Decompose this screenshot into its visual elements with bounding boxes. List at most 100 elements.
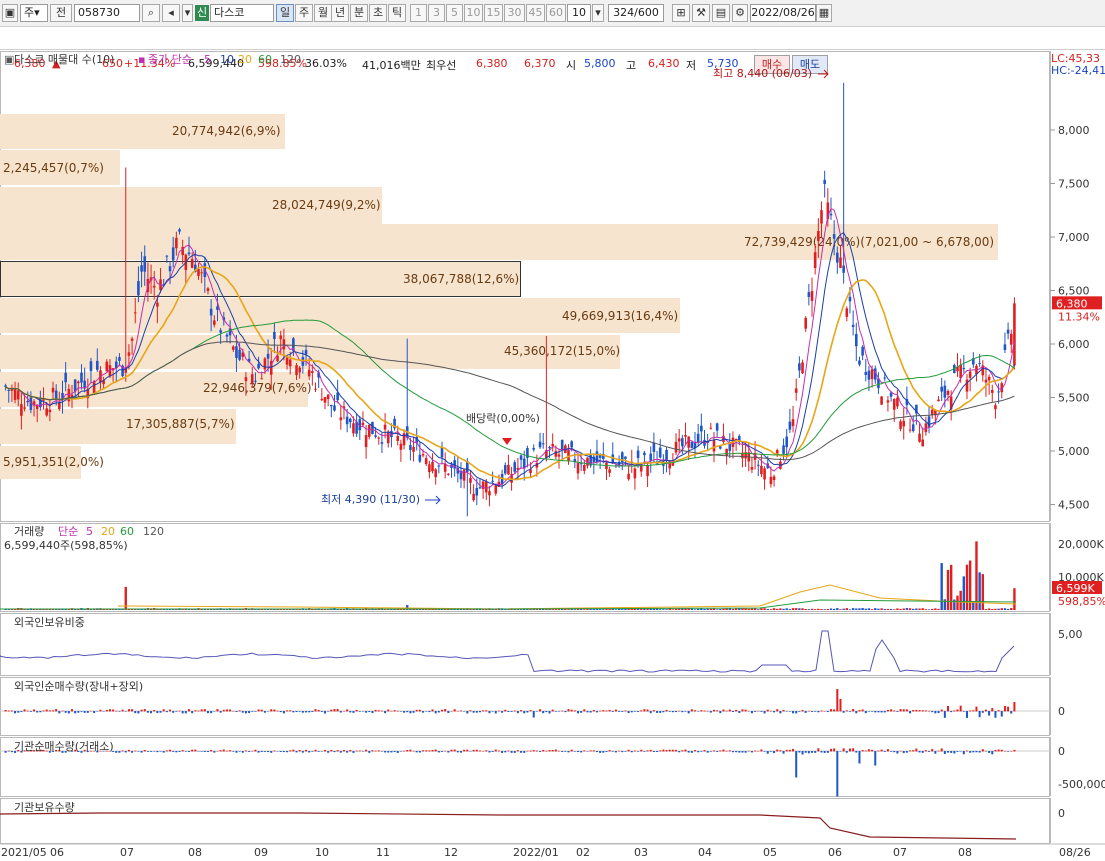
inst-net-bar: [488, 751, 491, 753]
inst-net-bar: [238, 751, 241, 752]
foreign-net-bar: [89, 710, 92, 712]
inst-net-bar: [203, 751, 206, 753]
inst-net-title: 기관순매수량(거래소): [14, 740, 114, 753]
inst-net-bar: [744, 751, 747, 753]
candle: [715, 423, 719, 431]
foreign-net-bar: [298, 711, 301, 712]
inst-net-bar: [668, 749, 671, 752]
inst-net-bar: [453, 749, 456, 752]
stock-chart[interactable]: 20,774,942(6,9%) 2,245,457(0,7%) 28,024,74…: [0, 0, 1105, 861]
foreign-net-bar: [861, 709, 864, 712]
candle: [437, 465, 441, 467]
inst-net-bar: [403, 750, 406, 752]
foreign-net-bar: [105, 709, 108, 712]
current-pct-tag: 11.34%: [1058, 310, 1100, 323]
foreign-net-bar: [305, 711, 308, 713]
candle: [168, 266, 172, 272]
candle: [513, 462, 517, 472]
inst-net-bar: [216, 750, 219, 752]
foreign-net-bar: [747, 710, 750, 712]
foreign-net-bar: [406, 711, 409, 713]
inst-net-bar: [279, 751, 282, 752]
foreign-net-bar: [576, 711, 579, 714]
volume-bar: [1006, 608, 1010, 610]
foreign-net-bar: [330, 709, 333, 712]
candle: [1013, 303, 1016, 366]
dividend-annotation: 배당락(0,00%): [466, 412, 540, 425]
volume-bar: [823, 609, 826, 610]
candle: [288, 359, 292, 367]
foreign-net-bar: [251, 711, 254, 712]
foreign-net-bar: [308, 711, 311, 713]
foreign-net-bar: [33, 709, 36, 712]
inst-net-bar: [305, 749, 308, 752]
inst-net-bar: [308, 751, 311, 753]
inst-net-bar: [342, 750, 345, 752]
inst-net-bar: [937, 750, 940, 752]
candle: [235, 346, 238, 358]
dividend-marker-icon: [502, 438, 512, 445]
foreign-net-bar: [365, 711, 368, 713]
inst-net-bar: [627, 749, 630, 752]
candle: [750, 467, 754, 470]
candle: [908, 429, 912, 431]
volume-bar: [912, 608, 915, 610]
foreign-net-bar: [763, 711, 766, 714]
foreign-net-bar: [526, 711, 529, 713]
volume-bar: [551, 609, 554, 610]
candle: [854, 334, 858, 347]
foreign-net-bar: [83, 711, 86, 713]
foreign-net-bar: [377, 710, 380, 712]
foreign-net-bar: [997, 710, 1000, 712]
candle: [943, 385, 947, 398]
volume-bar: [959, 590, 962, 610]
candle: [772, 476, 776, 481]
inst-net-bar: [928, 751, 931, 752]
foreign-net-bar: [624, 710, 627, 712]
inst-net-bar: [630, 751, 633, 753]
inst-net-bar: [554, 749, 557, 752]
foreign-net-bar: [801, 710, 804, 712]
foreign-net-bar: [665, 709, 668, 712]
inst-net-bar: [339, 751, 342, 753]
candle: [652, 442, 656, 452]
low-annotation: 최저 4,390 (11/30): [321, 493, 420, 506]
volume-bar: [807, 609, 811, 610]
volume-bar: [744, 608, 747, 610]
foreign-net-bar: [782, 709, 785, 712]
inst-net-bar: [513, 751, 516, 753]
candle: [674, 441, 678, 453]
inst-net-bar: [855, 751, 858, 753]
inst-net-bar: [589, 750, 592, 752]
candle: [911, 424, 915, 432]
foreign-net-bar: [798, 711, 801, 712]
inst-net-bar: [712, 750, 715, 752]
foreign-net-bar: [943, 711, 946, 718]
inst-net-bar: [336, 750, 339, 752]
volume-ma60-line: [0, 599, 1017, 610]
inst-net-bar: [282, 751, 285, 753]
foreign-net-bar: [153, 710, 156, 712]
candle: [140, 265, 143, 272]
candle: [886, 400, 890, 403]
foreign-net-bar: [826, 711, 829, 713]
foreign-net-bar: [608, 709, 611, 712]
foreign-title: 외국인보유비중: [14, 616, 85, 629]
foreign-net-bar: [520, 710, 523, 712]
candle: [984, 379, 988, 383]
foreign-net-bar: [80, 711, 83, 712]
candle: [314, 388, 317, 390]
foreign-net-bar: [48, 710, 51, 712]
foreign-net-bar: [469, 710, 472, 712]
candle: [769, 476, 773, 485]
inst-net-bar: [931, 749, 934, 752]
x-tick-10: 03: [634, 846, 648, 859]
inst-net-bar: [981, 749, 984, 752]
foreign-net-bar: [529, 710, 532, 712]
foreign-net-bar: [336, 709, 339, 712]
inst-net-bar: [728, 750, 731, 752]
foreign-net-tick: 0: [1058, 705, 1065, 718]
inst-net-bar: [225, 750, 228, 752]
candle: [374, 435, 377, 437]
candle: [842, 265, 845, 273]
